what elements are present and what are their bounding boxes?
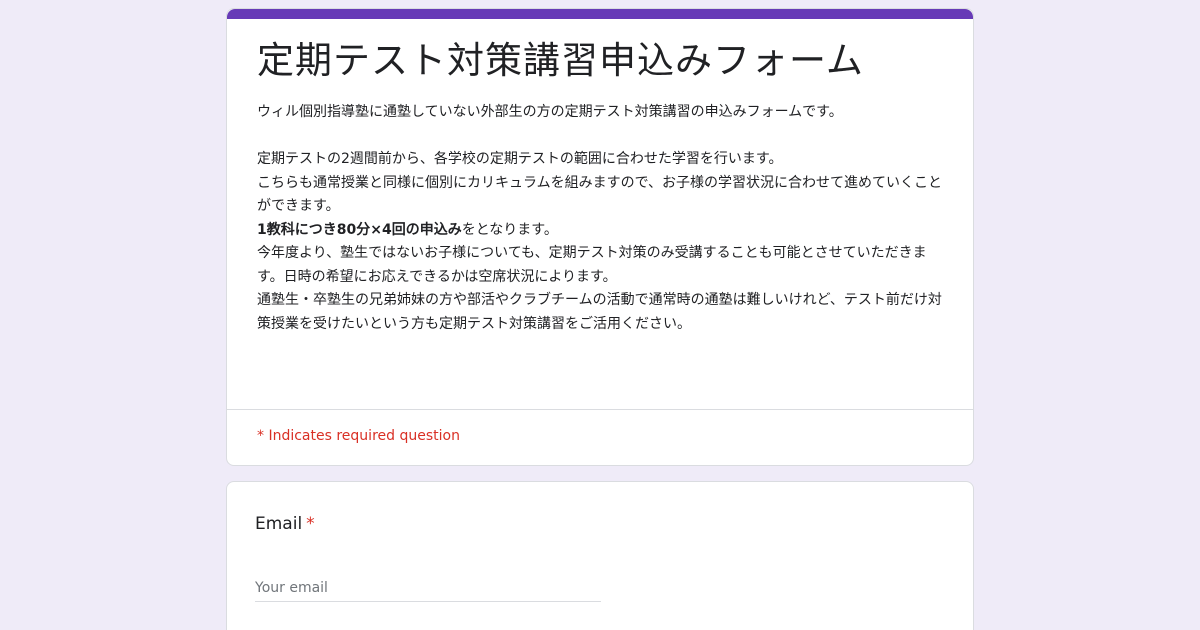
email-label: Email [255, 514, 303, 534]
description-line: 通塾生・卒塾生の兄弟姉妹の方や部活やクラブチームの活動で通常時の通塾は難しいけれ… [257, 292, 942, 332]
form-description: ウィル個別指導塾に通塾していない外部生の方の定期テスト対策講習の申込みフォームで… [257, 101, 945, 336]
email-question-title: Email * [255, 512, 315, 536]
form-header-card: 定期テスト対策講習申込みフォーム ウィル個別指導塾に通塾していない外部生の方の定… [226, 8, 974, 466]
description-line: 1教科につき80分×4回の申込みをとなります。 [257, 219, 945, 243]
form-page: 定期テスト対策講習申込みフォーム ウィル個別指導塾に通塾していない外部生の方の定… [0, 0, 1200, 630]
description-line: こちらも通常授業と同様に個別にカリキュラムを組みますので、お子様の学習状況に合わ… [257, 174, 943, 215]
description-bold-text: 1教科につき80分×4回の申込み [257, 221, 462, 238]
email-question-card: Email * [226, 481, 974, 630]
required-note: * Indicates required question [257, 428, 460, 444]
form-title: 定期テスト対策講習申込みフォーム [257, 39, 864, 82]
description-line: ウィル個別指導塾に通塾していない外部生の方の定期テスト対策講習の申込みフォームで… [257, 104, 843, 120]
divider [227, 409, 973, 410]
description-text: をとなります。 [461, 221, 558, 238]
description-line: 今年度より、塾生ではないお子様についても、定期テスト対策のみ受講することも可能と… [257, 245, 927, 285]
accent-bar [227, 9, 973, 19]
required-asterisk: * [306, 514, 315, 534]
description-line: 定期テストの2週間前から、各学校の定期テストの範囲に合わせた学習を行います。 [257, 151, 783, 167]
email-field[interactable] [255, 574, 601, 602]
